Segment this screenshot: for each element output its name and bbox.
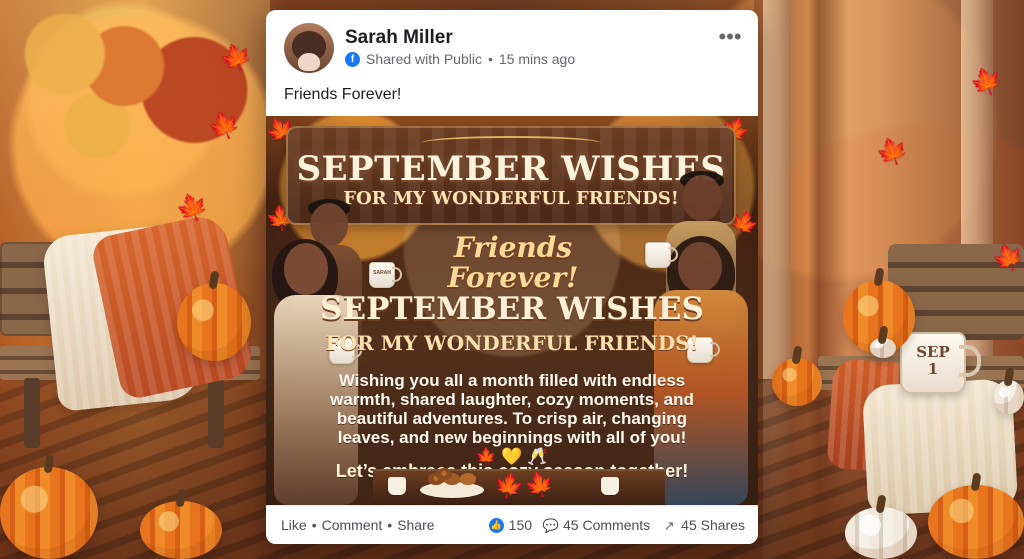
author-name[interactable]: Sarah Miller xyxy=(345,27,453,49)
mug-date-label: SEP 1 xyxy=(916,343,950,378)
post-meta: f Shared with Public • 15 mins ago xyxy=(345,51,575,68)
comment-count-text: 45 Comments xyxy=(563,516,651,533)
share-count[interactable]: ↗ 45 Shares xyxy=(662,517,745,534)
more-options-icon[interactable]: ••• xyxy=(717,26,743,48)
globe-icon: f xyxy=(345,52,360,67)
coffee-mug: SEP 1 xyxy=(900,332,981,394)
action-links: Like • Comment • Share xyxy=(281,517,435,534)
bench-leg xyxy=(24,378,40,448)
social-post-card: Sarah Miller f Shared with Public • 15 m… xyxy=(266,10,758,544)
share-count-text: 45 Shares xyxy=(681,516,745,533)
pumpkin xyxy=(928,485,1024,559)
post-caption: Friends Forever! xyxy=(284,86,402,103)
post-footer: Like • Comment • Share 👍 150 💬 45 Commen… xyxy=(266,505,758,544)
coffee-cup xyxy=(601,477,619,495)
post-image[interactable]: 🍁 🍁 🍁 🍁 SEPTEMBER WISHES FOR MY WONDERFU… xyxy=(266,116,758,505)
mid-subheadline: FOR MY WONDERFUL FRIENDS! xyxy=(325,331,699,355)
coffee-cup: SARAH xyxy=(369,262,402,288)
reaction-count[interactable]: 👍 150 xyxy=(488,516,533,534)
pumpkin xyxy=(177,283,251,361)
comment-count[interactable]: 💬 45 Comments xyxy=(542,516,651,534)
reaction-count-text: 150 xyxy=(508,516,533,533)
meta-separator: • xyxy=(487,51,493,67)
white-pumpkin xyxy=(870,338,896,358)
avatar[interactable] xyxy=(284,23,334,73)
privacy-text: Shared with Public xyxy=(366,51,482,67)
post-time[interactable]: 15 mins ago xyxy=(499,51,575,68)
pastry-plate xyxy=(420,468,484,498)
separator-dot: • xyxy=(387,516,393,533)
pumpkin xyxy=(0,467,98,559)
separator-dot: • xyxy=(311,516,317,533)
sign-ornament xyxy=(421,136,601,150)
head xyxy=(682,175,722,221)
head xyxy=(678,242,722,292)
share-icon: ↗ xyxy=(663,517,675,533)
cup-name-label: SARAH xyxy=(373,270,391,276)
comment-icon: 💬 xyxy=(542,517,560,533)
coffee-cup xyxy=(645,242,678,268)
white-pumpkin xyxy=(845,507,917,559)
comment-button[interactable]: Comment xyxy=(322,517,383,534)
maple-leaf-icon: 🍁 xyxy=(491,470,527,503)
pumpkin xyxy=(140,501,222,559)
post-metrics: 👍 150 💬 45 Comments ↗ 45 Shares xyxy=(488,516,745,534)
greeting-message: Wishing you all a month filled with endl… xyxy=(330,371,694,466)
coffee-cup xyxy=(388,477,406,495)
head xyxy=(284,243,328,295)
mid-headline: SEPTEMBER WISHES xyxy=(320,291,704,327)
share-button[interactable]: Share xyxy=(397,517,434,534)
screenshot-stage: SEP 1 🍁 🍁 🍁 🍁 🍁 🍁 Sarah Miller f Shared … xyxy=(0,0,1024,559)
like-icon: 👍 xyxy=(488,517,504,533)
pumpkin xyxy=(772,358,822,406)
bench-leg xyxy=(208,378,224,448)
white-pumpkin xyxy=(994,380,1024,414)
like-button[interactable]: Like xyxy=(281,517,307,534)
headline-main: SEPTEMBER WISHES xyxy=(296,149,726,189)
post-header: Sarah Miller f Shared with Public • 15 m… xyxy=(266,10,758,74)
friends-forever-banner: Friends Forever! xyxy=(447,231,579,294)
